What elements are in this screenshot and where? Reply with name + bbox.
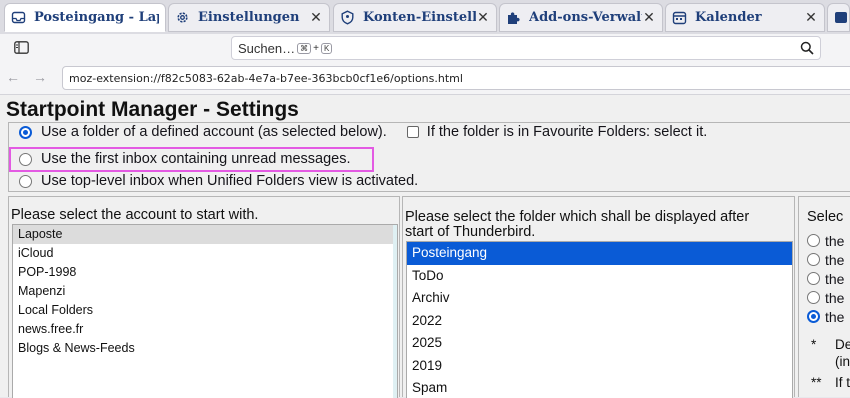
radio-unselected[interactable] [807,234,820,247]
radio-unselected[interactable] [19,174,32,188]
startup-option-label: the [825,232,845,249]
tab-inbox[interactable]: Posteingang - Laposte [4,3,166,32]
list-item[interactable]: Archiv [407,287,792,310]
list-item[interactable]: news.free.fr [13,320,397,339]
option-unified-folders[interactable]: Use top-level inbox when Unified Folders… [19,171,418,191]
option-label: Use a folder of a defined account (as se… [41,124,387,140]
url-text: moz-extension://f82c5083-62ab-4e7a-b7ee-… [69,71,463,85]
tab-label: Add-ons-Verwaltung [529,10,642,25]
search-icon[interactable] [800,41,814,58]
radio-unselected[interactable] [807,253,820,266]
favourite-folders-checkbox[interactable] [406,126,419,138]
list-item[interactable]: iCloud [13,244,397,263]
search-placeholder: Suchen… [238,40,296,56]
list-item[interactable]: Laposte [13,225,397,244]
accounts-panel: Please select the account to start with.… [8,196,400,398]
forward-arrow-icon[interactable]: → [33,69,47,85]
list-item[interactable]: Mapenzi [13,282,397,301]
startup-option[interactable]: the [807,269,844,288]
favourite-folders-label: If the folder is in Favourite Folders: s… [426,124,708,140]
note-text: If t [835,375,850,390]
search-input[interactable]: Suchen… ⌘ + K [231,36,821,60]
startup-options-title: Selec [807,209,844,225]
radio-unselected[interactable] [807,291,820,304]
option-label: Use top-level inbox when Unified Folders… [41,173,419,189]
tab-label: Kalender [695,10,762,25]
tab-label: Einstellungen [198,10,300,25]
startup-option-label: the [825,289,845,306]
back-arrow-icon[interactable]: ← [6,69,20,85]
note-text: De [835,337,850,352]
folders-list[interactable]: Posteingang ToDo Archiv 2022 2025 2019 S… [406,241,793,398]
tab-account-settings[interactable]: Konten-Einstellungen ✕ [333,3,497,32]
gear-icon [175,10,190,25]
account-shield-icon [340,10,355,25]
close-icon[interactable]: ✕ [309,10,323,26]
list-item[interactable]: Blogs & News-Feeds [13,339,397,358]
list-item[interactable]: Local Folders [13,301,397,320]
note-text: (in [835,354,850,369]
list-item[interactable]: Posteingang [407,242,792,265]
list-item[interactable]: Spam [407,377,792,398]
tab-label: Konten-Einstellungen [363,10,476,25]
puzzle-icon [506,10,521,25]
accounts-panel-title: Please select the account to start with. [11,207,259,223]
tab-addons[interactable]: Add-ons-Verwaltung ✕ [499,3,663,32]
option-defined-account[interactable]: Use a folder of a defined account (as se… [19,122,707,142]
option-label: Use the first inbox containing unread me… [41,151,351,167]
note-marker: * [811,337,817,352]
startup-option-label: the [825,308,845,325]
tab-label: Posteingang - Laposte [34,10,159,25]
page-title: Startpoint Manager - Settings [6,98,299,121]
tab-calendar[interactable]: Kalender ✕ [665,3,825,32]
radio-selected[interactable] [807,310,820,323]
startup-option[interactable]: the [807,288,844,307]
close-icon[interactable]: ✕ [476,10,490,26]
close-icon[interactable]: ✕ [804,10,818,26]
inbox-icon [11,10,26,25]
startup-option-label: the [825,270,845,287]
sidebar-toggle-icon[interactable] [12,38,30,56]
radio-unselected[interactable] [19,152,32,166]
note-marker: ** [811,375,822,390]
list-item[interactable]: 2025 [407,332,792,355]
startup-option-label: the [825,251,845,268]
tab-icon [832,10,847,25]
list-item[interactable]: 2019 [407,355,792,378]
folders-panel-title-line2: start of Thunderbird. [405,224,536,240]
list-scrollbar[interactable] [393,225,397,398]
tab-settings[interactable]: Einstellungen ✕ [168,3,330,32]
close-icon[interactable]: ✕ [642,10,656,26]
calendar-icon [672,10,687,25]
accounts-list[interactable]: Laposte iCloud POP-1998 Mapenzi Local Fo… [12,224,398,398]
list-item[interactable]: POP-1998 [13,263,397,282]
folders-panel: Please select the folder which shall be … [402,196,795,398]
option-first-unread-inbox[interactable]: Use the first inbox containing unread me… [19,149,351,169]
settings-page: Startpoint Manager - Settings Use a fold… [0,95,850,398]
tab-overflow[interactable] [827,3,850,32]
startup-option[interactable]: the [807,231,844,250]
list-item[interactable]: 2022 [407,310,792,333]
url-field[interactable]: moz-extension://f82c5083-62ab-4e7a-b7ee-… [62,66,850,90]
radio-unselected[interactable] [807,272,820,285]
toolbar: Suchen… ⌘ + K [0,34,850,62]
startup-options-panel: Selec the the the the the * De (in ** If… [798,196,850,397]
folders-panel-title-line1: Please select the folder which shall be … [405,209,750,225]
startup-option[interactable]: the [807,250,844,269]
radio-selected[interactable] [19,125,32,139]
startup-option[interactable]: the [807,307,844,326]
shortcut-cmd-key: ⌘ [297,42,312,54]
tab-bar: Posteingang - Laposte Einstellungen ✕ Ko… [0,0,850,35]
navigation-bar: ← → moz-extension://f82c5083-62ab-4e7a-b… [0,62,850,95]
shortcut-k-key: K [320,42,333,54]
shortcut-plus: + [313,42,319,54]
list-item[interactable]: ToDo [407,265,792,288]
startpoint-options: Use a folder of a defined account (as se… [8,122,850,192]
